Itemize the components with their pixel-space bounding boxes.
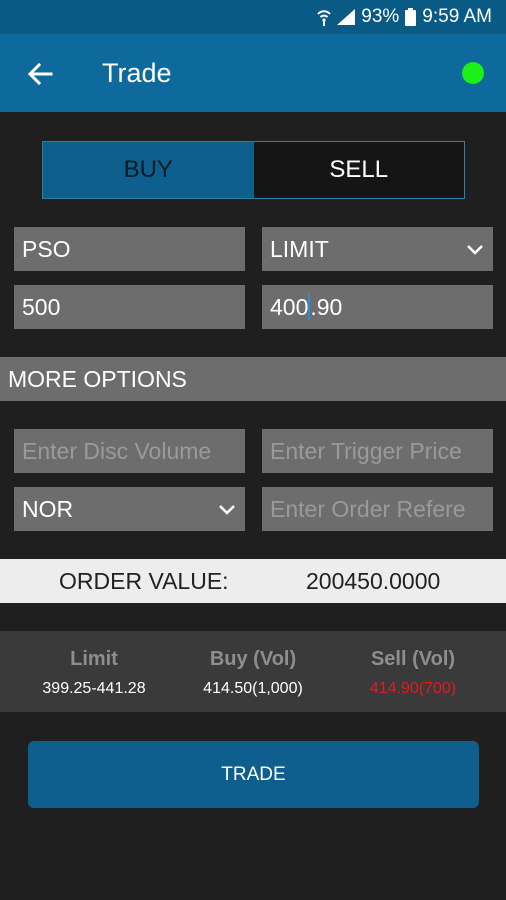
order-type-value: LIMIT bbox=[270, 235, 329, 262]
more-options-header[interactable]: MORE OPTIONS bbox=[0, 357, 506, 401]
sell-vol-column: Sell (Vol) 414.90(700) bbox=[329, 631, 497, 712]
trigger-price-input[interactable]: Enter Trigger Price bbox=[262, 429, 493, 473]
buy-tab[interactable]: BUY bbox=[43, 142, 254, 198]
symbol-input[interactable]: PSO bbox=[14, 227, 245, 271]
order-reference-input[interactable]: Enter Order Refere bbox=[262, 487, 493, 531]
wifi-icon bbox=[317, 8, 331, 26]
disc-volume-input[interactable]: Enter Disc Volume bbox=[14, 429, 245, 473]
price-input[interactable]: 400.90 bbox=[262, 285, 493, 329]
market-info-panel: Limit 399.25-441.28 Buy (Vol) 414.50(1,0… bbox=[0, 631, 506, 712]
buy-vol-column: Buy (Vol) 414.50(1,000) bbox=[169, 631, 337, 712]
validity-value: NOR bbox=[22, 495, 74, 522]
price-value-end: .90 bbox=[310, 293, 343, 320]
volume-input[interactable]: 500 bbox=[14, 285, 245, 329]
connection-status-indicator bbox=[462, 62, 484, 84]
sell-vol-label: Sell (Vol) bbox=[370, 648, 456, 670]
back-arrow-icon bbox=[27, 62, 53, 86]
limit-label: Limit bbox=[70, 648, 118, 670]
order-value-amount: 200450.0000 bbox=[306, 567, 441, 594]
buy-vol-label: Buy (Vol) bbox=[209, 648, 297, 670]
trade-button[interactable]: TRADE bbox=[28, 741, 479, 808]
status-bar: 93% 9:59 AM bbox=[0, 0, 506, 34]
battery-icon bbox=[405, 8, 417, 26]
buy-sell-toggle: BUY SELL bbox=[42, 141, 465, 199]
chevron-down-icon bbox=[219, 505, 235, 515]
order-type-select[interactable]: LIMIT bbox=[262, 227, 493, 271]
app-bar: Trade bbox=[0, 34, 506, 112]
sell-tab[interactable]: SELL bbox=[253, 142, 464, 198]
chevron-down-icon bbox=[467, 245, 483, 255]
limit-value: 399.25-441.28 bbox=[42, 680, 146, 697]
order-value-label: ORDER VALUE: bbox=[59, 567, 229, 594]
buy-vol-value: 414.50(1,000) bbox=[203, 680, 303, 697]
limit-column: Limit 399.25-441.28 bbox=[10, 631, 178, 712]
price-value-start: 400 bbox=[270, 293, 309, 320]
page-title: Trade bbox=[102, 57, 172, 88]
order-value-bar: ORDER VALUE: 200450.0000 bbox=[0, 559, 506, 603]
validity-select[interactable]: NOR bbox=[14, 487, 245, 531]
clock: 9:59 AM bbox=[422, 6, 492, 27]
back-button[interactable] bbox=[22, 56, 58, 92]
sell-vol-value: 414.90(700) bbox=[369, 680, 457, 697]
battery-percent: 93% bbox=[361, 6, 400, 27]
signal-icon bbox=[337, 9, 356, 25]
